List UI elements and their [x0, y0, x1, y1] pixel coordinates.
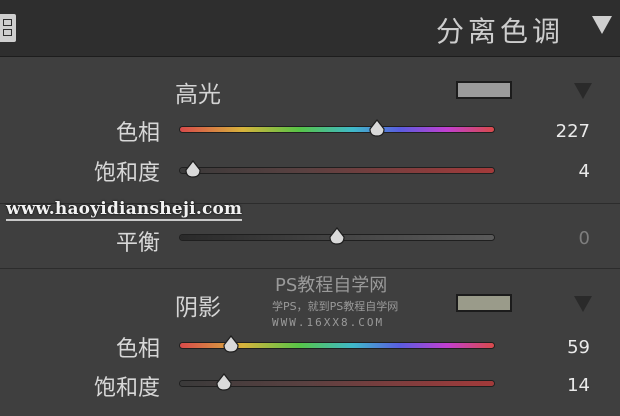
shadows-color-picker-icon[interactable]: [574, 296, 592, 312]
watermark-title: PS教程自学网: [275, 275, 388, 296]
panel-collapse-icon[interactable]: [0, 14, 16, 42]
balance-label: 平衡: [115, 231, 160, 256]
watermark-subtitle: 学PS，就到PS教程自学网: [272, 300, 399, 313]
highlights-saturation-slider-thumb[interactable]: [183, 160, 203, 178]
highlights-hue-value[interactable]: 227: [530, 121, 590, 142]
balance-slider-thumb[interactable]: [327, 227, 347, 245]
highlights-saturation-slider[interactable]: [180, 168, 494, 173]
panel-title: 分离色调: [435, 15, 564, 48]
shadows-label: 阴影: [175, 295, 221, 321]
highlights-color-picker-icon[interactable]: [574, 83, 592, 99]
highlights-label: 高光: [175, 82, 221, 108]
highlights-saturation-label: 饱和度: [93, 161, 160, 186]
shadows-hue-label: 色相: [115, 337, 160, 362]
highlights-saturation-value[interactable]: 4: [530, 161, 590, 182]
shadows-color-swatch[interactable]: [456, 294, 512, 312]
shadows-saturation-label: 饱和度: [93, 376, 160, 401]
divider: [0, 268, 620, 269]
triangle-down-icon[interactable]: [592, 16, 612, 34]
panel-header[interactable]: 分离色调: [0, 0, 620, 57]
highlights-hue-slider-thumb[interactable]: [367, 119, 387, 137]
shadows-saturation-slider-thumb[interactable]: [214, 373, 234, 391]
balance-value[interactable]: 0: [530, 228, 590, 249]
shadows-saturation-value[interactable]: 14: [530, 375, 590, 396]
highlights-hue-slider[interactable]: [180, 127, 494, 132]
highlights-hue-label: 色相: [115, 121, 160, 146]
shadows-hue-slider-thumb[interactable]: [221, 335, 241, 353]
watermark-site: WWW.16XX8.COM: [272, 316, 385, 329]
highlights-color-swatch[interactable]: [456, 81, 512, 99]
shadows-hue-value[interactable]: 59: [530, 337, 590, 358]
watermark-url: www.haoyidiansheji.com: [6, 199, 243, 221]
